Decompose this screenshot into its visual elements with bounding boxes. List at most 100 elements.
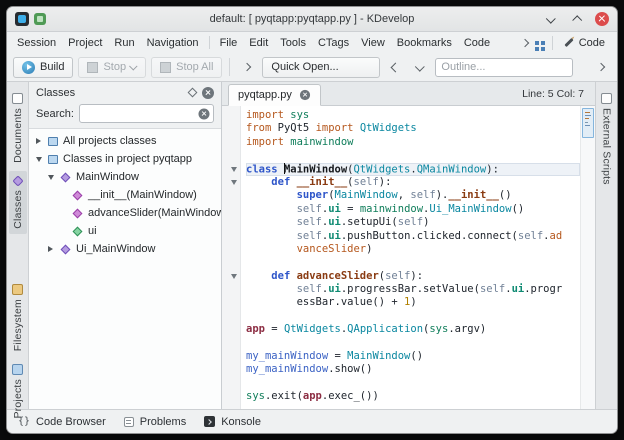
fold-margin-row — [222, 323, 240, 336]
code-line[interactable] — [246, 256, 580, 269]
fold-margin-row — [222, 136, 240, 149]
code-line[interactable]: import mainwindow — [246, 136, 580, 149]
close-toolview-icon[interactable] — [202, 87, 214, 99]
menu-item-session[interactable]: Session — [11, 35, 62, 51]
code-line[interactable]: sys.exit(app.exec_()) — [246, 390, 580, 403]
code-line[interactable]: vanceSlider) — [246, 243, 580, 256]
code-line[interactable]: my_mainWindow = MainWindow() — [246, 350, 580, 363]
left-tab-documents[interactable]: Documents — [9, 88, 27, 168]
code-line[interactable]: self.ui = mainwindow.Ui_MainWindow() — [246, 203, 580, 216]
expander-open-icon[interactable] — [46, 175, 55, 180]
code-line[interactable]: app = QtWidgets.QApplication(sys.argv) — [246, 323, 580, 336]
window-title: default: [ pyqtapp:pyqtapp.py ] - KDevel… — [7, 13, 617, 25]
field-icon — [73, 226, 83, 236]
code-line[interactable] — [246, 377, 580, 390]
code-line[interactable]: def __init__(self): — [246, 176, 580, 189]
build-button[interactable]: Build — [13, 57, 73, 78]
toolview-tab-label: Filesystem — [12, 299, 24, 351]
menu-item-ctags[interactable]: CTags — [312, 35, 355, 51]
close-button[interactable] — [594, 12, 609, 27]
fold-margin-row — [222, 363, 240, 376]
code-area-button[interactable]: Code — [560, 35, 609, 51]
statusbar: Code Browser Problems Konsole — [7, 409, 617, 433]
code-line[interactable]: super(MainWindow, self).__init__() — [246, 189, 580, 202]
code-line[interactable]: def advanceSlider(self): — [246, 270, 580, 283]
stop-all-button[interactable]: Stop All — [151, 57, 222, 78]
left-tab-classes[interactable]: Classes — [9, 171, 27, 234]
minimize-icon — [546, 13, 556, 23]
expander-closed-icon[interactable] — [34, 138, 43, 144]
maximize-button[interactable] — [569, 12, 584, 27]
tree-item-label: __init__(MainWindow) — [88, 189, 197, 201]
status-item-problems[interactable]: Problems — [124, 416, 186, 428]
code-line[interactable]: import sys — [246, 109, 580, 122]
left-tab-filesystem[interactable]: Filesystem — [9, 279, 27, 356]
expander-closed-icon[interactable] — [46, 246, 55, 252]
tree-item-ui-mainwindow[interactable]: Ui_MainWindow — [29, 240, 221, 258]
code-line[interactable]: self.ui.progressBar.setValue(self.ui.pro… — [246, 283, 580, 296]
kdevelop-app-icon — [15, 12, 29, 26]
outline-input[interactable] — [435, 58, 573, 77]
minimap-line — [585, 125, 590, 126]
menu-item-edit[interactable]: Edit — [243, 35, 274, 51]
code-line[interactable]: self.ui.setupUi(self) — [246, 216, 580, 229]
nav-dropdown-button[interactable] — [410, 56, 430, 79]
menu-item-bookmarks[interactable]: Bookmarks — [391, 35, 458, 51]
tab-close-icon[interactable] — [300, 90, 310, 100]
detach-toolview-icon[interactable] — [188, 88, 198, 98]
toolbar-overflow-button[interactable] — [591, 56, 611, 79]
tree-item-all-projects-classes[interactable]: All projects classes — [29, 132, 221, 150]
code-line[interactable] — [246, 310, 580, 323]
minimize-button[interactable] — [544, 12, 559, 27]
code-editor[interactable]: import sysfrom PyQt5 import QtWidgetsimp… — [241, 106, 580, 409]
area-switcher-icon[interactable] — [535, 41, 539, 45]
tree-item-init-mainwindow[interactable]: __init__(MainWindow) — [29, 186, 221, 204]
fold-margin-row — [222, 109, 240, 122]
nav-back-button[interactable] — [385, 56, 405, 79]
tab-pyqtapp-py[interactable]: pyqtapp.py — [228, 84, 321, 106]
menu-item-run[interactable]: Run — [108, 35, 140, 51]
fold-expanded-icon[interactable] — [231, 167, 237, 172]
classes-search-input[interactable] — [79, 104, 214, 123]
minimap-viewport[interactable] — [582, 108, 594, 138]
menu-item-view[interactable]: View — [355, 35, 391, 51]
search-clear-icon[interactable] — [198, 108, 209, 119]
menubar-overflow-icon[interactable] — [520, 38, 528, 46]
pencil-icon — [564, 38, 573, 47]
menu-item-code[interactable]: Code — [458, 35, 496, 51]
stop-dropdown-icon — [129, 62, 137, 70]
classes-panel-header: Classes — [29, 82, 221, 103]
quick-open-button[interactable]: Quick Open... — [262, 57, 380, 78]
editor-scrollbar[interactable] — [580, 106, 595, 409]
code-line[interactable]: class MainWindow(QtWidgets.QMainWindow): — [246, 163, 580, 176]
tree-item-advanceslider-mainwindow[interactable]: advanceSlider(MainWindow) — [29, 204, 221, 222]
chevron-right-icon — [597, 63, 605, 71]
fold-expanded-icon[interactable] — [231, 274, 237, 279]
tree-item-classes-in-project-pyqtapp[interactable]: Classes in project pyqtapp — [29, 150, 221, 168]
code-line[interactable]: my_mainWindow.show() — [246, 363, 580, 376]
menu-item-navigation[interactable]: Navigation — [141, 35, 205, 51]
tree-item-ui[interactable]: ui — [29, 222, 221, 240]
code-line[interactable] — [246, 149, 580, 162]
problems-icon — [124, 417, 134, 427]
stop-button[interactable]: Stop — [78, 57, 146, 78]
code-line[interactable]: self.ui.pushButton.clicked.connect(self.… — [246, 230, 580, 243]
status-item-konsole[interactable]: Konsole — [204, 416, 261, 428]
minimap-line — [585, 122, 588, 123]
code-line[interactable]: essBar.value() + 1) — [246, 296, 580, 309]
menu-item-tools[interactable]: Tools — [274, 35, 312, 51]
stop-icon — [87, 62, 98, 73]
code-line[interactable] — [246, 337, 580, 350]
fold-expanded-icon[interactable] — [231, 180, 237, 185]
tree-item-mainwindow[interactable]: MainWindow — [29, 168, 221, 186]
status-item-code-browser[interactable]: Code Browser — [18, 416, 106, 428]
projects-icon — [12, 364, 23, 375]
right-tab-external-scripts[interactable]: External Scripts — [598, 88, 616, 190]
expander-open-icon[interactable] — [34, 157, 43, 162]
menu-item-file[interactable]: File — [214, 35, 244, 51]
menu-item-project[interactable]: Project — [62, 35, 108, 51]
left-tab-projects[interactable]: Projects — [9, 359, 27, 424]
code-line[interactable]: from PyQt5 import QtWidgets — [246, 122, 580, 135]
titlebar[interactable]: default: [ pyqtapp:pyqtapp.py ] - KDevel… — [7, 7, 617, 32]
toolbar-expand-button[interactable] — [237, 56, 257, 79]
